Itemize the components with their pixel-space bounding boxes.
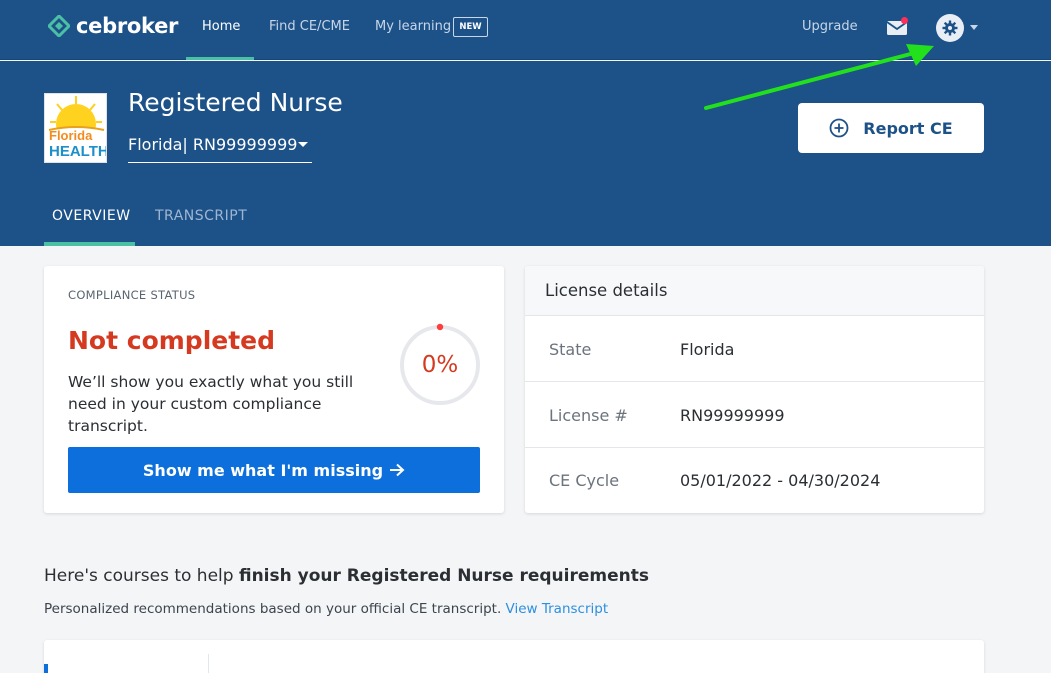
compliance-label: COMPLIANCE STATUS [68, 288, 196, 302]
tab-transcript[interactable]: TRANSCRIPT [155, 208, 247, 224]
nav-find-ce[interactable]: Find CE/CME [269, 19, 350, 34]
recommendations-subtitle: Personalized recommendations based on yo… [44, 601, 608, 617]
caret-down-icon [298, 142, 308, 147]
nav-active-indicator [186, 57, 254, 60]
arrow-right-icon [390, 463, 405, 477]
license-row-cycle: CE Cycle 05/01/2022 - 04/30/2024 [525, 447, 984, 513]
tab-overview[interactable]: OVERVIEW [52, 208, 131, 224]
florida-health-logo: Florida HEALTH [44, 93, 107, 163]
settings-button[interactable] [936, 14, 964, 42]
license-details-header: License details [525, 266, 984, 316]
license-key: CE Cycle [549, 471, 620, 490]
plus-circle-icon [829, 118, 849, 138]
license-value: Florida [680, 340, 735, 359]
license-row-state: State Florida [525, 316, 984, 382]
state-logo-line2: HEALTH [49, 143, 107, 160]
report-ce-button[interactable]: Report CE [798, 103, 984, 153]
license-select-value: Florida| RN99999999 [128, 135, 298, 154]
course-card[interactable] [44, 640, 984, 673]
nav-upgrade[interactable]: Upgrade [802, 19, 858, 34]
license-details-title: License details [545, 281, 668, 300]
compliance-description: We’ll show you exactly what you still ne… [68, 373, 354, 435]
license-select[interactable]: Florida| RN99999999 [128, 133, 312, 163]
license-value: RN99999999 [680, 406, 785, 425]
license-value: 05/01/2022 - 04/30/2024 [680, 471, 881, 490]
compliance-status: Not completed [68, 326, 276, 355]
show-missing-label: Show me what I'm missing [142, 460, 384, 480]
show-missing-button[interactable]: Show me what I'm missing [68, 447, 480, 493]
chevron-down-icon[interactable] [970, 25, 978, 30]
cebroker-logo[interactable]: cebroker [48, 14, 178, 38]
profession-title: Registered Nurse [128, 88, 343, 117]
tab-active-indicator [44, 242, 135, 246]
logo-text: cebroker [76, 14, 179, 38]
view-transcript-link[interactable]: View Transcript [506, 601, 609, 617]
recommendations-title-bold: finish your Registered Nurse requirement… [238, 566, 649, 586]
report-ce-label: Report CE [863, 118, 953, 138]
progress-percent: 0% [421, 352, 459, 378]
new-badge: NEW [453, 17, 488, 37]
license-key: State [549, 340, 592, 359]
license-row-number: License # RN99999999 [525, 382, 984, 448]
compliance-status-card: COMPLIANCE STATUS Not completed We’ll sh… [44, 266, 504, 513]
state-logo-line1: Florida [49, 128, 93, 143]
recommendations-subtitle-text: Personalized recommendations based on yo… [44, 601, 502, 617]
top-nav: cebroker Home Find CE/CME My learning NE… [0, 0, 1051, 60]
license-details-card: License details State Florida License # … [525, 266, 984, 513]
notification-dot [901, 17, 908, 24]
recommendations-title: Here's courses to help finish your Regis… [44, 566, 649, 586]
course-card-accent [44, 664, 48, 673]
logo-mark-icon [48, 15, 70, 37]
license-key: License # [549, 406, 628, 425]
course-card-divider [208, 654, 209, 673]
gear-icon [942, 20, 958, 36]
nav-home[interactable]: Home [202, 19, 240, 34]
recommendations-title-prefix: Here's courses to help [44, 566, 239, 586]
nav-my-learning[interactable]: My learning [375, 19, 451, 34]
